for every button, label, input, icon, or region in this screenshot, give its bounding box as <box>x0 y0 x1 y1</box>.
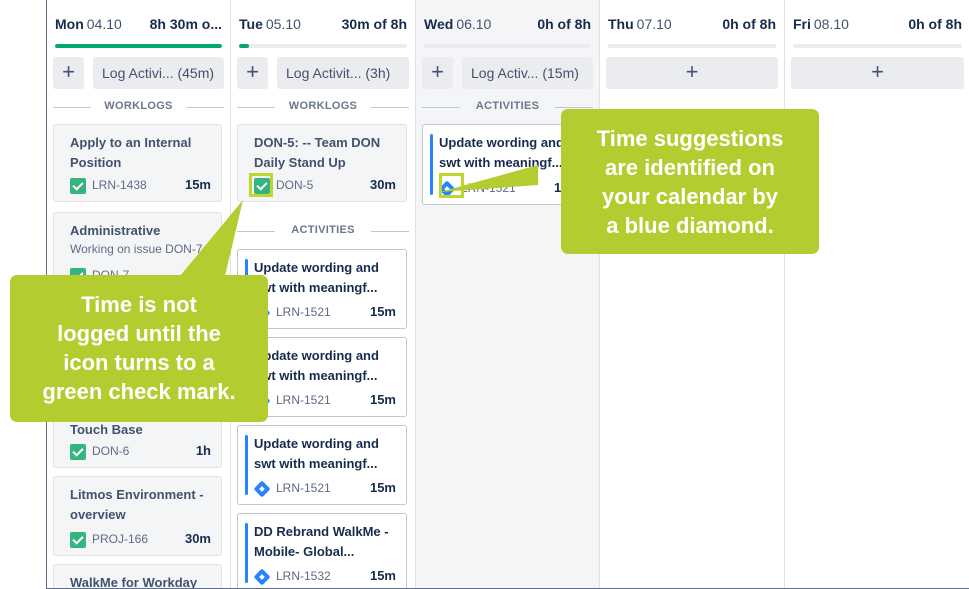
activity-duration: 15m <box>369 304 396 319</box>
day-date: 06.10 <box>456 16 492 32</box>
issue-key: PROJ-166 <box>92 532 149 546</box>
issue-key: LRN-1521 <box>276 481 331 495</box>
callout-line: a blue diamond. <box>606 213 774 238</box>
day-column-fri: Fri 08.10 0h of 8h + <box>785 0 969 588</box>
activity-title: Update wording and swt with meaningf... <box>254 348 379 383</box>
callout-line: green check mark. <box>42 379 236 404</box>
day-header: Wed 06.10 0h of 8h <box>424 16 591 34</box>
worklog-title: DON-5: -- Team DON Daily Stand Up <box>254 135 381 170</box>
worklog-card[interactable]: Litmos Environment - overview PROJ-166 3… <box>53 476 222 556</box>
activity-card[interactable]: DD Rebrand WalkMe - Mobile- Global... LR… <box>237 513 407 588</box>
day-header: Fri 08.10 0h of 8h <box>793 16 962 34</box>
day-date: 04.10 <box>86 16 122 32</box>
plus-icon: + <box>431 59 444 84</box>
day-date: 07.10 <box>636 16 672 32</box>
day-name: Wed <box>424 16 454 32</box>
activity-duration: 15m <box>369 480 396 495</box>
activity-title: DD Rebrand WalkMe - Mobile- Global... <box>254 524 389 559</box>
day-date: 08.10 <box>813 16 849 32</box>
callout-line: your calendar by <box>601 184 779 209</box>
day-header: Tue 05.10 30m of 8h <box>239 16 407 34</box>
worklog-title: Touch Base <box>70 422 143 437</box>
day-name: Mon <box>55 16 84 32</box>
section-label-activities: ACTIVITIES <box>237 224 409 238</box>
section-label-worklogs: WORKLOGS <box>53 100 224 114</box>
add-worklog-button[interactable]: + <box>791 57 964 89</box>
plus-icon: + <box>62 59 75 84</box>
day-header: Thu 07.10 0h of 8h <box>608 16 776 34</box>
worklog-duration: 30m <box>369 177 396 192</box>
day-total: 0h of 8h <box>537 16 591 32</box>
day-name: Fri <box>793 16 811 32</box>
issue-key: LRN-1438 <box>92 178 147 192</box>
issue-key: DON-6 <box>92 444 130 458</box>
plus-icon: + <box>685 59 699 84</box>
callout-line: are identified on <box>605 155 775 180</box>
day-progress-bar <box>608 44 776 48</box>
add-worklog-button[interactable]: + <box>237 57 268 89</box>
log-activity-button[interactable]: Log Activit... (3h) <box>277 57 409 89</box>
day-progress-bar <box>424 44 591 48</box>
worklog-title: Administrative <box>70 223 161 238</box>
callout-line: Time suggestions <box>596 126 784 151</box>
activity-duration: 15m <box>369 568 396 583</box>
callout-line: Time is not <box>81 292 197 317</box>
worklog-duration: 30m <box>184 531 211 546</box>
day-total: 30m of 8h <box>341 16 407 32</box>
activity-title: Update wording and swt with meaningf... <box>254 436 379 471</box>
day-progress-bar <box>239 44 407 48</box>
jira-diamond-icon <box>253 480 271 498</box>
activity-card[interactable]: Update wording and swt with meaningf... … <box>237 425 407 505</box>
worklog-card[interactable]: Apply to an Internal Position LRN-1438 1… <box>53 124 222 202</box>
log-activity-button[interactable]: Log Activi... (45m) <box>93 57 224 89</box>
issue-key: LRN-1521 <box>461 181 516 195</box>
issue-key: LRN-1532 <box>276 569 331 583</box>
add-worklog-button[interactable]: + <box>422 57 453 89</box>
day-total: 8h 30m o... <box>149 16 222 32</box>
day-date: 05.10 <box>265 16 301 32</box>
day-total: 0h of 8h <box>908 16 962 32</box>
activity-title: Update wording and swt with meaningf... <box>439 135 564 170</box>
worklog-title: WalkMe for Workday <box>70 575 198 589</box>
day-progress-bar <box>55 44 222 48</box>
add-worklog-button[interactable]: + <box>53 57 84 89</box>
worklog-duration: 15m <box>184 177 211 192</box>
callout-not-logged: Time is not logged until the icon turns … <box>10 275 268 422</box>
day-progress-fill <box>239 44 250 48</box>
section-label-worklogs: WORKLOGS <box>237 100 409 114</box>
day-name: Thu <box>608 16 634 32</box>
day-progress-bar <box>793 44 962 48</box>
day-name: Tue <box>239 16 263 32</box>
day-total: 0h of 8h <box>722 16 776 32</box>
day-column-wed: Wed 06.10 0h of 8h + Log Activ... (15m) A… <box>416 0 600 588</box>
worklog-title: Apply to an Internal Position <box>70 135 192 170</box>
log-activity-button[interactable]: Log Activ... (15m) <box>462 57 593 89</box>
worklog-duration: 1h <box>195 443 211 458</box>
worklog-description: Working on issue DON-7 <box>70 242 203 256</box>
worklog-card[interactable]: WalkMe for Workday <box>53 564 222 589</box>
callout-time-suggestions: Time suggestions are identified on your … <box>561 109 819 254</box>
activity-title: Update wording and swt with meaningf... <box>254 260 379 295</box>
highlight-box <box>249 173 273 197</box>
callout-line: logged until the <box>57 321 221 346</box>
plus-icon: + <box>871 59 884 84</box>
jira-diamond-icon <box>253 568 271 586</box>
check-square-icon <box>70 444 86 460</box>
issue-key: LRN-1521 <box>276 305 331 319</box>
add-worklog-button[interactable]: + <box>606 57 778 89</box>
activity-duration: 15m <box>369 392 396 407</box>
check-square-icon <box>70 532 86 548</box>
callout-line: icon turns to a <box>63 350 215 375</box>
check-square-icon <box>70 178 86 194</box>
highlight-box <box>439 173 464 198</box>
day-column-thu: Thu 07.10 0h of 8h + <box>600 0 785 588</box>
day-header: Mon 04.10 8h 30m o... <box>55 16 222 34</box>
worklog-title: Litmos Environment - overview <box>70 487 204 522</box>
issue-key: LRN-1521 <box>276 393 331 407</box>
plus-icon: + <box>246 59 259 84</box>
issue-key: DON-5 <box>276 178 314 192</box>
day-progress-fill <box>55 44 222 48</box>
